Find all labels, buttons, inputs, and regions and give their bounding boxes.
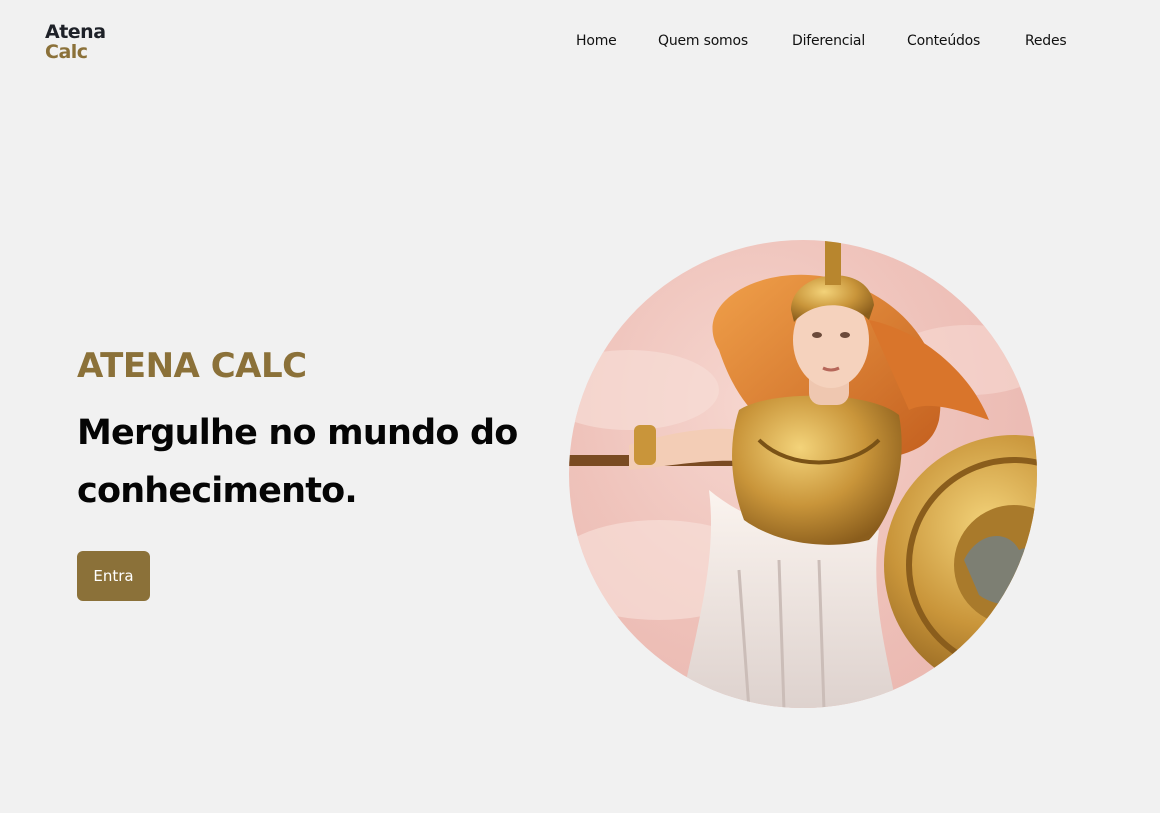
athena-illustration <box>569 240 1037 708</box>
nav-link-redes[interactable]: Redes <box>1025 33 1067 49</box>
nav-link-diferencial[interactable]: Diferencial <box>792 33 865 49</box>
hero-headline: Mergulhe no mundo do conhecimento. <box>77 413 518 511</box>
nav-link-home[interactable]: Home <box>576 33 617 49</box>
landing-page: Atena Calc Home Quem somos Diferencial C… <box>0 0 1160 813</box>
nav-link-conteudos[interactable]: Conteúdos <box>907 33 980 49</box>
hero-eyebrow: ATENA CALC <box>77 346 307 386</box>
main-navigation: Home Quem somos Diferencial Conteúdos Re… <box>0 33 1160 53</box>
nav-link-quem-somos[interactable]: Quem somos <box>658 33 748 49</box>
enter-button[interactable]: Entra <box>77 551 150 601</box>
